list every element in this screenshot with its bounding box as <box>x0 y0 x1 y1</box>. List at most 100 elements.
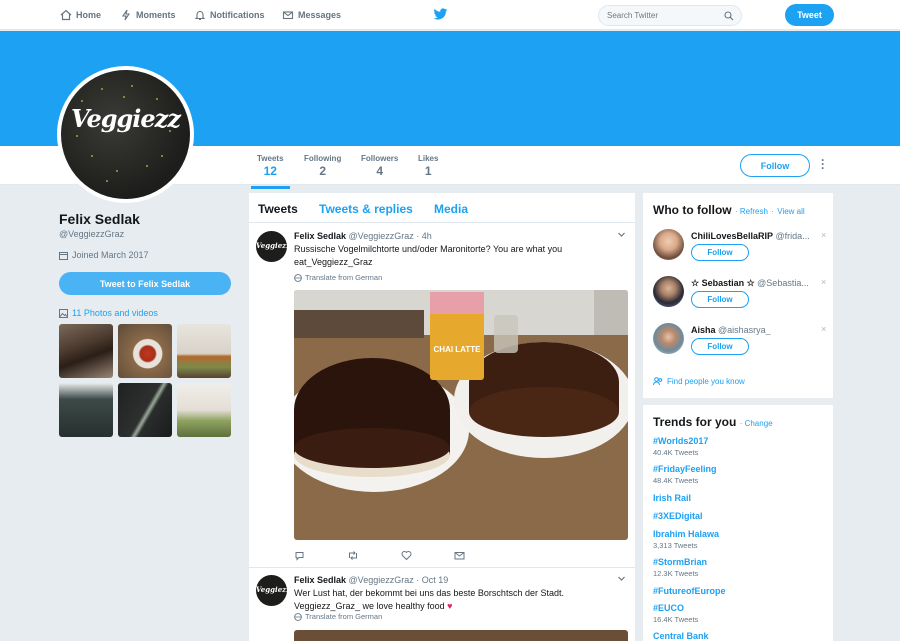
retweet-icon[interactable] <box>347 550 359 564</box>
reply-icon[interactable] <box>294 550 305 564</box>
media-thumbnail[interactable] <box>118 324 172 378</box>
stat-followers-value: 4 <box>376 164 384 178</box>
tweet-header: Felix Sedlak @VeggiezzGraz · Oct 19 <box>294 575 448 585</box>
profile-avatar[interactable]: Veggiezz <box>57 66 194 203</box>
nav-moments-label: Moments <box>136 10 176 20</box>
follow-button[interactable]: Follow <box>740 154 810 177</box>
media-thumbnail[interactable] <box>59 324 113 378</box>
suggested-user-avatar[interactable] <box>653 276 684 307</box>
globe-icon <box>294 612 302 621</box>
photos-and-videos-link[interactable]: 11 Photos and videos <box>59 308 158 318</box>
search-input[interactable] <box>607 11 717 20</box>
translate-label: Translate from German <box>305 612 383 621</box>
tweet-meta: @VeggiezzGraz · Oct 19 <box>348 575 449 585</box>
nav-messages[interactable]: Messages <box>282 9 341 21</box>
chevron-down-icon[interactable] <box>617 230 626 239</box>
follow-suggested-button[interactable]: Follow <box>691 244 749 261</box>
tweet-avatar[interactable]: Veggiezz <box>256 231 287 262</box>
trend-item[interactable]: #3XEDigital <box>653 511 703 521</box>
image-icon <box>59 308 68 318</box>
tweet-header: Felix Sedlak @VeggiezzGraz · 4h <box>294 231 432 241</box>
trend-item[interactable]: Irish Rail <box>653 493 691 503</box>
stat-following[interactable]: Following 2 <box>304 154 341 178</box>
suggested-user-name[interactable]: ChiliLovesBellaRIP @frida... <box>691 231 819 241</box>
find-people-link[interactable]: Find people you know <box>653 377 745 386</box>
stat-followers-label: Followers <box>361 154 399 163</box>
trends-panel: Trends for you · Change #Worlds2017 40.4K… <box>643 405 833 641</box>
stat-likes-value: 1 <box>424 164 432 178</box>
suggested-user-name[interactable]: Aisha @aishasrya_ <box>691 325 819 335</box>
tweet-item[interactable]: Veggiezz Felix Sedlak @VeggiezzGraz · 4h… <box>249 224 635 568</box>
tweet-to-user-button[interactable]: Tweet to Felix Sedlak <box>59 272 231 295</box>
follow-suggested-button[interactable]: Follow <box>691 291 749 308</box>
stat-followers[interactable]: Followers 4 <box>361 154 398 178</box>
suggested-user[interactable]: ☆ Sebastian ☆ @Sebastia... × Follow <box>653 276 829 318</box>
trend-item[interactable]: #Worlds2017 40.4K Tweets <box>653 436 708 457</box>
media-thumbnail[interactable] <box>177 324 231 378</box>
who-to-follow-panel: Who to follow · Refresh · View all Chili… <box>643 193 833 398</box>
tweet-text: Russische Vogelmilchtorte und/oder Maron… <box>294 244 563 267</box>
lightning-icon <box>121 9 131 21</box>
media-thumbnail[interactable] <box>59 383 113 437</box>
tweet-author-name[interactable]: Felix Sedlak <box>294 231 346 241</box>
nav-notifications[interactable]: Notifications <box>194 9 265 21</box>
follow-suggested-button[interactable]: Follow <box>691 338 749 355</box>
profile-handle: @VeggiezzGraz <box>59 229 125 239</box>
translate-link[interactable]: Translate from German <box>294 273 382 282</box>
tab-media[interactable]: Media <box>434 202 468 216</box>
heart-icon[interactable] <box>401 550 412 564</box>
avatar-image: Veggiezz <box>61 70 190 199</box>
stat-tweets-value: 12 <box>263 164 277 178</box>
trend-item[interactable]: Ibrahim Halawa 3,313 Tweets <box>653 529 719 550</box>
suggested-user-avatar[interactable] <box>653 323 684 354</box>
profile-name[interactable]: Felix Sedlak <box>59 211 140 227</box>
suggested-user[interactable]: ChiliLovesBellaRIP @frida... × Follow <box>653 229 829 271</box>
trend-item[interactable]: #EUCO 16.4K Tweets <box>653 603 698 624</box>
avatar-logo-text: Veggiezz <box>71 104 181 133</box>
stat-likes[interactable]: Likes 1 <box>418 154 438 178</box>
dismiss-icon[interactable]: × <box>821 230 826 240</box>
tab-tweets-and-replies[interactable]: Tweets & replies <box>319 202 413 216</box>
nav-home-label: Home <box>76 10 102 20</box>
direct-message-icon[interactable] <box>454 550 465 564</box>
media-thumbnail[interactable] <box>118 383 172 437</box>
search-icon[interactable] <box>724 11 734 21</box>
nav-messages-label: Messages <box>298 10 342 20</box>
tweet-author-name[interactable]: Felix Sedlak <box>294 575 346 585</box>
nav-moments[interactable]: Moments <box>120 9 176 21</box>
dismiss-icon[interactable]: × <box>821 277 826 287</box>
trend-item[interactable]: Central Bank <box>653 631 709 641</box>
profile-joined-text: Joined March 2017 <box>72 250 149 260</box>
view-all-link[interactable]: View all <box>777 207 804 216</box>
suggested-user[interactable]: Aisha @aishasrya_ × Follow <box>653 323 829 365</box>
cake-photo-image: CHAI LATTE <box>294 290 628 540</box>
bell-icon <box>194 11 206 21</box>
media-thumbnail[interactable] <box>177 383 231 437</box>
stat-tweets[interactable]: Tweets 12 <box>251 154 290 189</box>
find-people-label: Find people you know <box>667 377 745 386</box>
suggested-user-name[interactable]: ☆ Sebastian ☆ @Sebastia... <box>691 278 819 289</box>
chevron-down-icon[interactable] <box>617 574 626 583</box>
red-heart-emoji: ♥ <box>447 600 453 611</box>
nav-home[interactable]: Home <box>60 9 101 21</box>
translate-link[interactable]: Translate from German <box>294 612 382 621</box>
compose-tweet-button[interactable]: Tweet <box>785 4 834 26</box>
trend-item[interactable]: #StormBrian 12.3K Tweets <box>653 557 707 578</box>
tweet-photo[interactable] <box>294 630 628 641</box>
tweet-photo[interactable]: CHAI LATTE <box>294 290 628 540</box>
dismiss-icon[interactable]: × <box>821 324 826 334</box>
tweet-item[interactable]: Veggiezz Felix Sedlak @VeggiezzGraz · Oc… <box>249 568 635 641</box>
more-options-icon[interactable]: · · · <box>821 154 825 174</box>
suggested-user-avatar[interactable] <box>653 229 684 260</box>
twitter-bird-icon[interactable] <box>433 8 448 21</box>
timeline-tabs: Tweets Tweets & replies Media <box>249 193 635 223</box>
trend-item[interactable]: #FridayFeeling 48.4K Tweets <box>653 464 717 485</box>
search-box[interactable] <box>598 5 742 26</box>
tweet-text: Wer Lust hat, der bekommt bei uns das be… <box>294 588 564 611</box>
change-trends-link[interactable]: Change <box>745 419 773 428</box>
trend-item[interactable]: #FutureofEurope <box>653 586 726 596</box>
calendar-icon <box>59 251 68 260</box>
tweet-avatar[interactable]: Veggiezz <box>256 575 287 606</box>
refresh-link[interactable]: Refresh <box>740 207 768 216</box>
tab-tweets[interactable]: Tweets <box>258 202 298 216</box>
